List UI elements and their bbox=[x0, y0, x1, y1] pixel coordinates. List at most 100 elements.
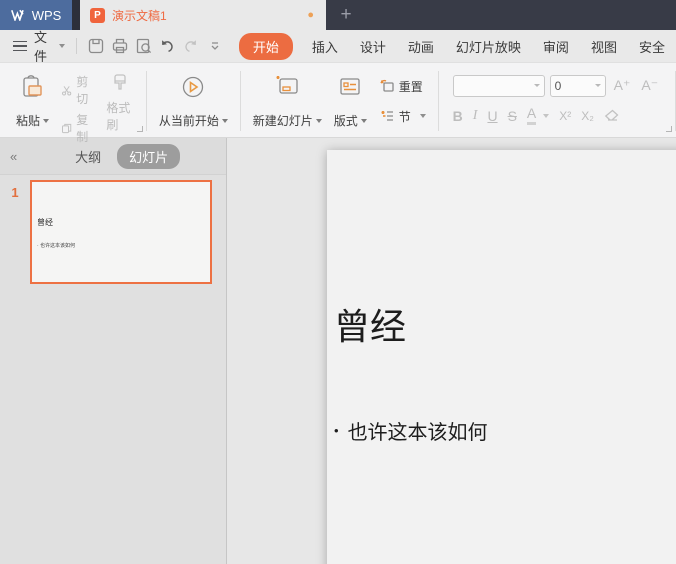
slides-tab[interactable]: 幻灯片 bbox=[117, 143, 181, 169]
slide-bullet-text: 也许这本该如何 bbox=[347, 422, 488, 444]
print-preview-button[interactable] bbox=[132, 35, 156, 57]
slideshow-group: 从当前开始 bbox=[147, 67, 240, 135]
slides-panel: « 大纲 幻灯片 1 曾经 · 也许这本该如何 bbox=[0, 138, 227, 564]
slide-number: 1 bbox=[11, 185, 19, 200]
cut-label: 剪切 bbox=[76, 75, 89, 106]
menubar: 文件 开始 插入 设计 动画 幻灯片放映 审阅 视图 安全 bbox=[0, 27, 676, 65]
redo-button bbox=[179, 35, 203, 57]
chevron-down-icon bbox=[221, 118, 228, 123]
copy-label: 复制 bbox=[76, 113, 89, 144]
clipboard-dialog-launcher[interactable] bbox=[136, 126, 143, 132]
chevron-down-icon bbox=[543, 113, 550, 118]
tab-review[interactable]: 审阅 bbox=[532, 33, 580, 60]
thumbnail-bullet-text: · 也许这本该如何 bbox=[37, 243, 76, 249]
layout-label: 版式 bbox=[333, 114, 358, 128]
new-tab-button[interactable]: + bbox=[326, 0, 366, 30]
strikethrough-button: S bbox=[507, 107, 517, 124]
new-slide-icon bbox=[276, 75, 298, 94]
titlebar: WPS P 演示文稿1 ● + bbox=[0, 0, 676, 30]
tab-animation[interactable]: 动画 bbox=[397, 33, 445, 60]
reset-button[interactable]: 重置 bbox=[375, 76, 430, 97]
print-button[interactable] bbox=[108, 35, 132, 57]
section-label: 节 bbox=[398, 109, 411, 124]
paste-button[interactable]: 粘贴 bbox=[10, 67, 55, 135]
slides-panel-header: « 大纲 幻灯片 bbox=[0, 138, 226, 175]
increase-font-button: A⁺ bbox=[613, 77, 631, 94]
copy-button: 复制 bbox=[57, 109, 98, 147]
font-group: 0 A⁺ A⁻ B I U S A X² X₂ bbox=[439, 67, 675, 135]
save-button[interactable] bbox=[84, 35, 108, 57]
underline-button: U bbox=[487, 107, 498, 124]
reset-icon bbox=[380, 79, 394, 92]
play-from-current-button[interactable]: 从当前开始 bbox=[153, 67, 234, 135]
chevron-down-icon bbox=[43, 118, 50, 123]
presentation-file-icon: P bbox=[90, 7, 105, 23]
font-name-combobox[interactable] bbox=[452, 74, 545, 97]
chevron-down-icon bbox=[594, 84, 601, 88]
chevron-down-icon bbox=[59, 44, 66, 48]
wps-logo-icon bbox=[10, 9, 24, 21]
play-circle-icon bbox=[183, 76, 204, 98]
chevron-down-icon bbox=[315, 118, 322, 123]
font-color-button: A bbox=[526, 106, 550, 126]
font-size-value: 0 bbox=[554, 78, 562, 93]
font-dialog-launcher[interactable] bbox=[666, 126, 673, 132]
wps-label: WPS bbox=[31, 7, 62, 23]
menubar-divider bbox=[76, 38, 77, 54]
ribbon: 粘贴 剪切 复制 格式刷 从当前开始 新建幻灯片 版式 重置 节 0 A⁺ A⁻… bbox=[0, 62, 676, 144]
superscript-button: X² bbox=[559, 108, 572, 123]
panel-tabs: 大纲 幻灯片 bbox=[17, 143, 226, 169]
chevron-down-icon bbox=[360, 118, 367, 123]
tab-insert[interactable]: 插入 bbox=[301, 33, 349, 60]
clear-format-eraser-icon bbox=[604, 109, 619, 121]
save-icon bbox=[88, 38, 104, 54]
slide-layout-icon bbox=[340, 78, 360, 95]
slide-thumbnail-list: 1 曾经 · 也许这本该如何 bbox=[0, 175, 226, 564]
section-button[interactable]: 节 bbox=[375, 106, 430, 127]
titlebar-gap bbox=[72, 0, 80, 30]
tab-view[interactable]: 视图 bbox=[580, 33, 628, 60]
thumbnail-title-text: 曾经 bbox=[37, 218, 53, 227]
cut-button: 剪切 bbox=[57, 71, 98, 109]
italic-button: I bbox=[472, 107, 478, 123]
redo-icon bbox=[185, 40, 197, 52]
bullet-glyph: • bbox=[334, 423, 339, 438]
wps-home-button[interactable]: WPS bbox=[0, 0, 72, 30]
tab-slideshow[interactable]: 幻灯片放映 bbox=[445, 33, 532, 60]
chevron-down-icon bbox=[533, 84, 540, 88]
ribbon-tab-strip: 开始 插入 设计 动画 幻灯片放映 审阅 视图 安全 bbox=[238, 32, 676, 60]
section-icon bbox=[381, 111, 393, 121]
slide-bullet-item[interactable]: • 也许这本该如何 bbox=[334, 416, 488, 445]
collapse-panel-button[interactable]: « bbox=[10, 149, 17, 164]
more-commands-icon bbox=[211, 42, 219, 50]
scissors-icon bbox=[62, 85, 72, 95]
decrease-font-button: A⁻ bbox=[641, 77, 659, 94]
wps-presentation-window: WPS P 演示文稿1 ● + 文件 开始 插入 设计 动画 幻灯片放映 审阅 … bbox=[0, 0, 676, 564]
hamburger-icon bbox=[13, 40, 27, 52]
format-painter-button: 格式刷 bbox=[102, 71, 138, 135]
unsaved-indicator-dot: ● bbox=[307, 9, 314, 21]
new-slide-button[interactable]: 新建幻灯片 bbox=[247, 67, 328, 135]
undo-icon bbox=[162, 40, 174, 53]
layout-button[interactable]: 版式 bbox=[328, 67, 373, 135]
current-slide[interactable]: 曾经 • 也许这本该如何 bbox=[327, 150, 676, 564]
tab-design[interactable]: 设计 bbox=[349, 33, 397, 60]
file-menu-button[interactable]: 文件 bbox=[0, 27, 66, 65]
document-tab[interactable]: P 演示文稿1 ● bbox=[80, 0, 326, 30]
outline-tab[interactable]: 大纲 bbox=[63, 144, 113, 169]
print-preview-icon bbox=[136, 38, 151, 54]
paste-label: 粘贴 bbox=[16, 114, 41, 128]
bold-button: B bbox=[452, 107, 463, 124]
copy-icon bbox=[62, 123, 72, 133]
new-slide-label: 新建幻灯片 bbox=[252, 114, 313, 128]
slide-1-thumbnail[interactable]: 曾经 · 也许这本该如何 bbox=[30, 180, 212, 284]
slide-title-text[interactable]: 曾经 bbox=[334, 298, 406, 350]
tab-security[interactable]: 安全 bbox=[628, 33, 676, 60]
font-size-combobox[interactable]: 0 bbox=[549, 74, 606, 97]
quick-toolbar-more-button[interactable] bbox=[203, 35, 227, 57]
tab-home[interactable]: 开始 bbox=[238, 32, 293, 60]
undo-button[interactable] bbox=[155, 35, 179, 57]
from-current-label: 从当前开始 bbox=[158, 114, 219, 128]
printer-icon bbox=[112, 38, 127, 54]
clipboard-group: 粘贴 剪切 复制 格式刷 bbox=[4, 67, 146, 144]
